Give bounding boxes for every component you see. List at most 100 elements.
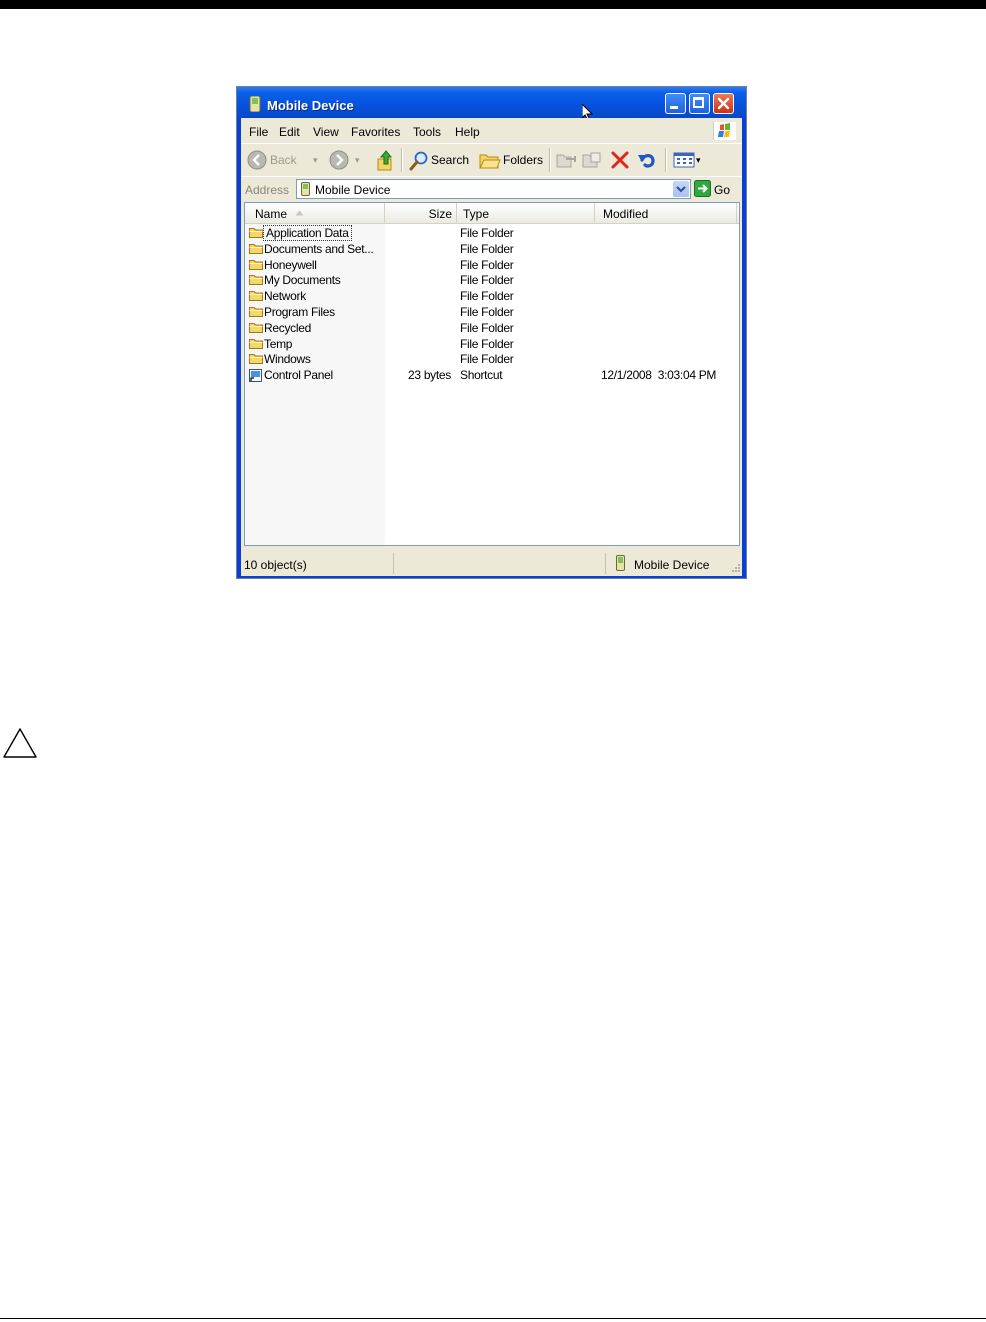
status-location-pane: Mobile Device [605,553,742,574]
item-type: File Folder [460,352,514,367]
list-item[interactable]: My Documents File Folder [245,272,739,288]
up-folder-button[interactable] [373,144,397,176]
item-type: File Folder [460,336,514,351]
item-type: File Folder [460,320,514,335]
menu-tools[interactable]: Tools [413,125,441,139]
list-item[interactable]: Honeywell File Folder [245,257,739,273]
views-icon [673,152,695,168]
close-icon [717,97,730,110]
window-title: Mobile Device [267,98,354,113]
windows-logo-icon [713,122,736,140]
menu-view[interactable]: View [313,125,339,139]
list-header: Name Size Type Modified [245,203,739,224]
copy-to-button[interactable] [581,144,603,176]
list-item[interactable]: Temp File Folder [245,336,739,352]
menu-file[interactable]: File [249,125,268,139]
search-icon [409,151,428,171]
item-name: Network [264,289,306,304]
column-header-type[interactable]: Type [457,203,595,223]
list-item[interactable]: Windows File Folder [245,351,739,367]
window-client-area: File Edit View Favorites Tools Help Back… [241,118,742,576]
move-to-button[interactable] [555,144,577,176]
resize-grip-icon[interactable] [730,562,740,572]
sort-ascending-icon [295,210,304,216]
file-list-view[interactable]: Name Size Type Modified Application Data… [244,202,740,546]
views-button[interactable]: ▾ [671,144,707,176]
folder-icon [249,338,263,352]
minimize-button[interactable] [665,93,686,114]
shortcut-icon [249,369,262,385]
folders-button[interactable]: Folders [477,144,545,176]
column-header-size[interactable]: Size [385,203,457,223]
address-input[interactable]: Mobile Device [296,179,691,199]
back-dropdown-icon: ▾ [313,155,318,165]
list-item[interactable]: Application Data File Folder [245,225,739,241]
forward-button[interactable]: ▾ [327,144,361,176]
item-name: Temp [264,336,293,351]
menu-edit[interactable]: Edit [279,125,300,139]
forward-dropdown-icon: ▾ [355,155,360,165]
maximize-button[interactable] [689,93,710,114]
folders-icon [479,154,501,169]
item-name: My Documents [264,273,341,288]
close-button[interactable] [713,93,734,114]
search-button[interactable]: Search [407,144,471,176]
page-bottom-rule [0,1318,986,1319]
column-header-name[interactable]: Name [245,203,385,223]
menu-bar: File Edit View Favorites Tools Help [241,120,742,142]
explorer-window: Mobile Device File Edit View Favorites T… [236,86,747,579]
list-item[interactable]: Recycled File Folder [245,320,739,336]
item-type: File Folder [460,226,514,240]
back-icon [247,150,267,170]
address-bar: Address Mobile Device Go [241,176,742,201]
address-dropdown-button[interactable] [673,181,689,197]
back-button[interactable]: Back ▾ [245,144,318,176]
status-object-count-pane: 10 object(s) [244,558,307,572]
item-name: Windows [264,352,311,367]
forward-icon [329,150,349,170]
standard-toolbar: Back ▾ ▾ Search Folders ▾ [241,143,742,177]
menu-favorites[interactable]: Favorites [351,125,400,139]
item-name: Application Data [263,225,352,241]
address-label: Address [245,183,290,197]
undo-button[interactable] [635,144,659,176]
item-name: Control Panel [264,368,333,383]
item-type: File Folder [460,257,514,272]
undo-icon [638,154,655,168]
item-type: File Folder [460,273,514,288]
column-header-modified[interactable]: Modified [595,203,737,223]
folder-icon [249,290,263,304]
folder-icon [249,243,263,257]
item-name: Program Files [264,305,335,319]
folder-icon [249,259,263,273]
go-button[interactable]: Go [694,180,738,198]
up-folder-icon [377,150,393,171]
page-top-rule [0,0,986,9]
list-item[interactable]: Documents and Set... File Folder [245,241,739,257]
item-type: Shortcut [460,368,503,383]
folder-icon [249,227,263,241]
folder-icon [249,353,263,367]
item-name: Honeywell [264,257,317,272]
item-size: 23 bytes [408,368,451,383]
status-middle-pane [393,553,605,574]
copy-to-icon [582,152,601,168]
item-name: Documents and Set... [264,241,374,256]
status-bar: 10 object(s) Mobile Device [241,550,742,576]
folder-icon [249,306,263,320]
list-item[interactable]: Network File Folder [245,288,739,304]
move-to-icon [556,154,576,168]
delete-button[interactable] [609,144,631,176]
mobile-device-icon [249,96,261,112]
item-modified: 12/1/2008 3:03:04 PM [601,368,717,383]
list-item[interactable]: Program Files File Folder [245,304,739,320]
menu-help[interactable]: Help [455,125,480,139]
folder-icon [249,274,263,288]
title-bar[interactable]: Mobile Device [237,87,746,121]
item-type: File Folder [460,305,514,319]
views-dropdown-icon: ▾ [696,155,701,165]
delete-icon [611,151,629,169]
list-item[interactable]: Control Panel 23 bytes Shortcut 12/1/2008 3… [245,367,739,383]
item-type: File Folder [460,241,514,256]
mobile-device-icon [616,555,625,571]
